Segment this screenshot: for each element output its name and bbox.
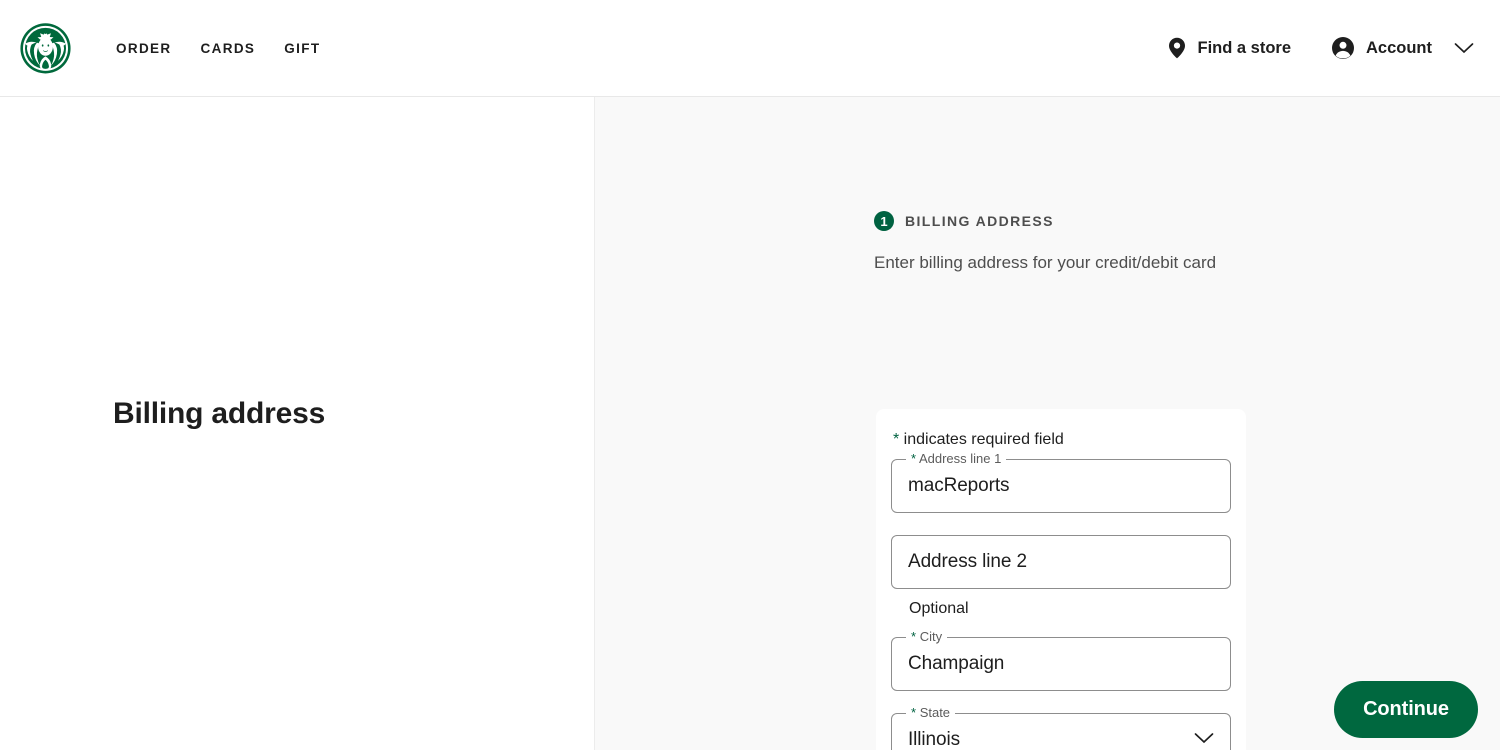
step-subtitle: Enter billing address for your credit/de…	[874, 253, 1217, 272]
page-body: Billing address 1 BILLING ADDRESS Enter …	[0, 97, 1500, 750]
primary-navigation: ORDER CARDS GIFT	[116, 41, 320, 56]
right-panel: 1 BILLING ADDRESS Enter billing address …	[595, 97, 1500, 750]
step-title: BILLING ADDRESS	[905, 213, 1054, 229]
location-pin-icon	[1169, 37, 1186, 59]
account-menu[interactable]: Account	[1331, 36, 1474, 60]
address-line-1-legend: * Address line 1	[906, 451, 1007, 467]
left-panel: Billing address	[0, 97, 595, 750]
starbucks-logo[interactable]	[15, 19, 75, 79]
state-select[interactable]: * State Illinois	[891, 705, 1231, 750]
step-number-badge: 1	[874, 211, 894, 231]
city-legend: * City	[906, 629, 948, 645]
state-value: Illinois	[908, 729, 960, 750]
step-section: 1 BILLING ADDRESS Enter billing address …	[874, 210, 1244, 276]
state-asterisk: *	[911, 705, 917, 720]
address-line-1-asterisk: *	[911, 451, 917, 466]
address-line-2-input[interactable]: Address line 2	[891, 535, 1231, 589]
required-note-text: indicates required field	[899, 431, 1064, 448]
continue-button[interactable]: Continue	[1334, 681, 1478, 738]
address-line-1-value: macReports	[908, 475, 1010, 496]
address-line-1-input[interactable]: * Address line 1 macReports	[891, 451, 1231, 513]
billing-address-form-card: * indicates required field * Address lin…	[876, 409, 1246, 750]
city-input[interactable]: * City Champaign	[891, 629, 1231, 691]
field-address-line-1: * Address line 1 macReports	[891, 451, 1231, 513]
step-header: 1 BILLING ADDRESS	[874, 210, 1244, 232]
account-label: Account	[1366, 38, 1432, 57]
city-legend-text: City	[919, 629, 943, 644]
state-legend-text: State	[919, 705, 951, 720]
state-chevron-down-icon[interactable]	[1194, 731, 1214, 749]
find-a-store-label: Find a store	[1197, 38, 1291, 57]
required-field-note: * indicates required field	[891, 431, 1231, 449]
field-address-line-2: Address line 2 Optional	[891, 535, 1231, 618]
starbucks-siren-logo-icon	[19, 22, 71, 73]
address-line-2-helper: Optional	[909, 600, 969, 617]
address-line-2-placeholder: Address line 2	[908, 551, 1028, 572]
nav-link-cards[interactable]: CARDS	[201, 41, 256, 56]
field-state: * State Illinois	[891, 705, 1231, 750]
address-line-1-legend-text: Address line 1	[918, 451, 1002, 466]
site-header: ORDER CARDS GIFT Find a store Account	[0, 0, 1500, 97]
city-asterisk: *	[911, 629, 917, 644]
account-chevron-down-icon[interactable]	[1454, 42, 1474, 54]
page-title: Billing address	[113, 397, 326, 430]
nav-link-order[interactable]: ORDER	[116, 41, 172, 56]
utility-navigation: Find a store Account	[1168, 36, 1474, 60]
nav-link-gift[interactable]: GIFT	[284, 41, 320, 56]
field-city: * City Champaign	[891, 629, 1231, 691]
account-avatar-icon	[1332, 37, 1354, 59]
city-value: Champaign	[908, 653, 1005, 674]
state-legend: * State	[906, 705, 956, 721]
find-a-store-link[interactable]: Find a store	[1168, 37, 1291, 59]
